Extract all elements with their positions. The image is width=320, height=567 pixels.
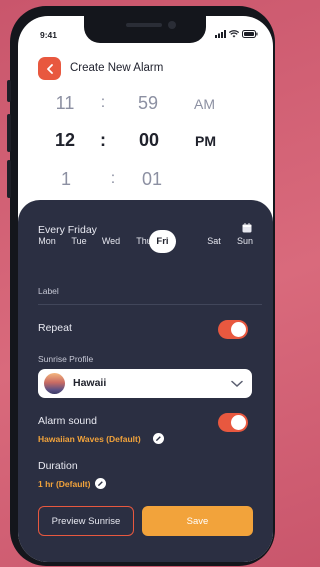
phone-side-button — [7, 160, 11, 198]
pm-option[interactable]: PM — [195, 133, 216, 149]
sunrise-profile-value: Hawaii — [73, 377, 107, 389]
page-title: Create New Alarm — [70, 62, 164, 74]
minute-option[interactable]: 59 — [132, 93, 164, 114]
hour-option[interactable]: 1 — [56, 169, 76, 190]
duration-label: Duration — [38, 460, 78, 472]
preview-sunrise-button[interactable]: Preview Sunrise — [38, 506, 134, 536]
day-sun[interactable]: Sun — [233, 236, 257, 246]
hour-option[interactable]: 11 — [52, 93, 78, 114]
time-separator: : — [100, 94, 106, 111]
save-button[interactable]: Save — [142, 506, 253, 536]
notch — [84, 16, 206, 43]
schedule-summary: Every Friday — [38, 224, 97, 236]
edit-icon[interactable] — [95, 478, 106, 489]
minute-selected[interactable]: 00 — [133, 130, 165, 151]
hour-selected[interactable]: 12 — [50, 130, 80, 151]
sunrise-profile-select[interactable]: Hawaii — [38, 369, 252, 398]
repeat-label: Repeat — [38, 322, 72, 334]
chevron-down-icon — [231, 380, 243, 388]
status-icons — [215, 30, 258, 38]
back-button[interactable] — [38, 57, 61, 80]
label-field-underline — [38, 304, 262, 305]
day-fri[interactable]: Fri — [149, 230, 176, 253]
sunrise-profile-label: Sunrise Profile — [38, 354, 94, 364]
day-sat[interactable]: Sat — [202, 236, 226, 246]
edit-icon[interactable] — [153, 433, 164, 444]
am-option[interactable]: AM — [194, 96, 215, 112]
back-chevron-icon — [46, 63, 53, 74]
time-separator: : — [100, 130, 106, 150]
minute-option[interactable]: 01 — [136, 169, 168, 190]
label-field[interactable]: Label — [38, 286, 59, 296]
day-wed[interactable]: Wed — [99, 236, 123, 246]
signal-icon — [215, 30, 226, 38]
status-time: 9:41 — [40, 30, 58, 40]
day-mon[interactable]: Mon — [35, 236, 59, 246]
alarm-sound-toggle[interactable] — [218, 413, 248, 432]
speaker — [126, 23, 162, 27]
battery-icon — [242, 30, 258, 38]
camera — [168, 21, 176, 29]
repeat-toggle[interactable] — [218, 320, 248, 339]
wifi-icon — [229, 30, 239, 38]
day-tue[interactable]: Tue — [67, 236, 91, 246]
phone-side-button — [7, 80, 11, 102]
alarm-sound-label: Alarm sound — [38, 415, 97, 427]
duration-value[interactable]: 1 hr (Default) — [38, 479, 90, 489]
alarm-sound-value[interactable]: Hawaiian Waves (Default) — [38, 434, 141, 444]
time-separator: : — [110, 170, 116, 187]
phone-side-button — [7, 114, 11, 152]
profile-avatar — [44, 373, 65, 394]
calendar-icon[interactable] — [242, 223, 252, 233]
